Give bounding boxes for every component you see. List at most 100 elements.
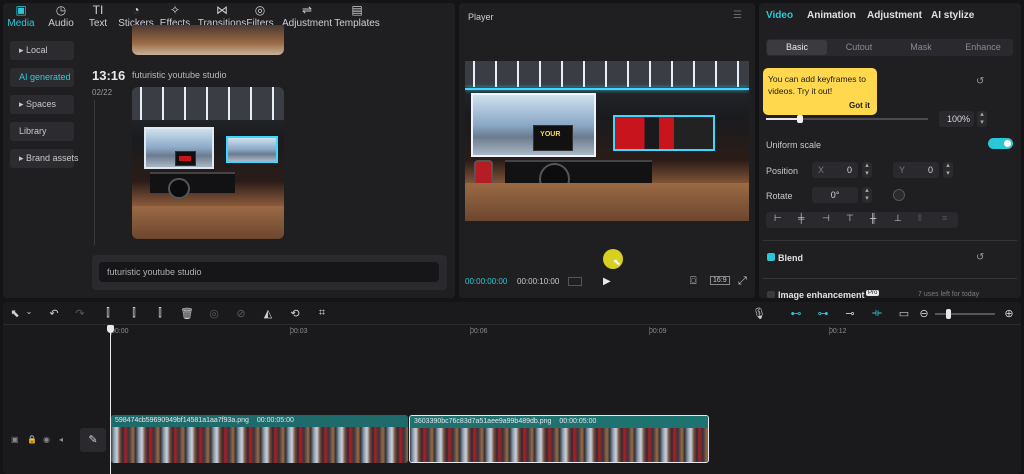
tab-video[interactable]: Video [766,10,793,21]
media-item-date: 02/22 [92,88,113,97]
mirror-icon[interactable]: ◭ [261,307,275,320]
align-icon[interactable]: ╫ [870,213,876,223]
align-icon[interactable]: ⊣ [822,213,830,224]
sidebar-item[interactable]: ▸ Spaces [10,95,74,114]
play-button[interactable]: ▶ [603,276,611,287]
split-icon[interactable]: ⫿ [101,307,115,320]
image-enhancement-checkbox[interactable] [767,291,775,298]
tab-animation[interactable]: Animation [807,10,856,21]
player-duration: 00:00:10:00 [517,277,560,286]
fit-icon[interactable]: ⌼ [690,275,697,288]
position-x-field[interactable]: X 0 [812,162,858,178]
playhead-handle[interactable] [107,325,114,333]
freeze-icon[interactable]: ◎ [207,307,221,320]
toolbar-label: Text [88,18,108,29]
subtab-basic[interactable]: Basic [767,40,827,55]
delete-icon[interactable]: 🗑 [180,307,194,320]
redo-icon[interactable]: ↷ [73,307,87,320]
sidebar-item[interactable]: AI generated [10,68,74,87]
align-icon[interactable]: ⊢ [774,213,782,224]
speed-icon[interactable]: ⊘ [234,307,248,320]
position-x-stepper[interactable]: ▴ ▾ [862,162,872,178]
tooltip-got-it-button[interactable]: Got it [849,101,870,110]
x-label: X [818,165,825,175]
media-thumbnail-previous[interactable] [132,25,284,55]
align-icon[interactable]: ⫴ [918,213,922,224]
scale-slider-handle[interactable] [797,115,803,123]
timeline-clip-1[interactable]: 598474cb59690949bf14581a1aa7f93a.png 00:… [111,415,408,463]
magnet-link-icon[interactable]: ⊶ [816,307,830,320]
ratio-button[interactable]: 16:9 [710,276,730,285]
transitions-icon: ⋈ [216,3,228,17]
split-left-icon[interactable]: ⫿ [127,307,141,320]
select-tool-icon[interactable]: ⬉ [8,307,22,320]
subtab-mask[interactable]: Mask [891,40,951,55]
rotate-icon[interactable]: ⟲ [288,307,302,320]
toolbar-label: Adjustment [281,18,333,29]
align-icon[interactable]: ≡ [942,213,947,223]
reset-scale-icon[interactable]: ↺ [976,76,984,87]
sidebar-item[interactable]: Library [10,122,74,141]
preview-axis-icon[interactable]: ⟛ [870,307,884,320]
toolbar-item-adjustment[interactable]: ⇌ Adjustment [281,3,333,29]
crop-icon[interactable]: ⌗ [315,307,329,320]
split-right-icon[interactable]: ⫿ [153,307,167,320]
subtab-cutout[interactable]: Cutout [829,40,889,55]
media-prompt-input[interactable]: futuristic youtube studio [99,262,439,282]
mouse-pointer-icon: ⬉ [613,257,621,267]
clip-1-thumbnails [111,427,408,463]
timecode-icon[interactable] [568,277,582,286]
sidebar-item[interactable]: ▸ Local [10,41,74,60]
track-eye-icon[interactable]: ◉ [43,435,50,444]
tab-adjustment[interactable]: Adjustment [867,10,922,21]
sidebar-item[interactable]: ▸ Brand assets [10,149,79,168]
rotate-stepper[interactable]: ▴ ▾ [862,187,872,203]
uniform-scale-toggle[interactable] [988,138,1013,149]
subtab-enhance[interactable]: Enhance [953,40,1013,55]
media-divider [94,100,95,245]
position-y-stepper[interactable]: ▴ ▾ [943,162,953,178]
magnet-main-icon[interactable]: ⊷ [789,307,803,320]
blend-reset-icon[interactable]: ↺ [976,252,984,263]
scale-value-field[interactable]: 100% [939,111,974,127]
tab-ai-stylize[interactable]: AI stylize [931,10,974,21]
caption-icon[interactable]: ▭ [897,307,911,320]
tv-logo-text: YOUR [540,131,561,138]
link-icon[interactable]: ⊸ [843,307,857,320]
media-icon: ▣ [15,3,27,17]
playhead[interactable] [110,326,111,474]
fullscreen-icon[interactable]: ⤢ [738,275,747,288]
toolbar-item-audio[interactable]: ◷ Audio [42,3,80,29]
blend-checkbox[interactable] [767,253,775,261]
media-thumbnail-studio[interactable] [132,87,284,239]
rotate-dial[interactable] [893,189,905,201]
align-icon[interactable]: ╪ [798,213,804,223]
scale-slider-fill [766,118,800,120]
ruler-mark [649,327,650,335]
tooltip-text: You can add keyframes to videos. Try it … [768,74,866,96]
toolbar-item-text[interactable]: TI Text [79,3,117,29]
zoom-out-icon[interactable]: ⊖ [917,307,931,320]
ruler-mark [829,327,830,335]
position-y-field[interactable]: Y 0 [893,162,939,178]
microphone-icon[interactable]: 🎙 [752,307,766,320]
effects-icon: ✧ [169,3,181,17]
select-dropdown-icon[interactable]: ⌄ [22,307,36,316]
track-lock-icon[interactable]: 🔒 [27,435,37,444]
track-audio-icon[interactable]: ◂ [59,435,63,444]
edit-cover-button[interactable]: ✎ [80,428,106,452]
toolbar-item-templates[interactable]: ▤ Templates [333,3,381,29]
scale-stepper[interactable]: ▴ ▾ [977,111,987,127]
align-icon[interactable]: ⊤ [846,213,854,224]
zoom-slider[interactable] [935,313,995,315]
zoom-in-icon[interactable]: ⊕ [1002,307,1016,320]
align-icon[interactable]: ⊥ [894,213,902,224]
player-menu-icon[interactable]: ☰ [733,10,742,21]
zoom-slider-handle[interactable] [946,309,951,319]
toggle-knob [1004,140,1011,147]
rotate-field[interactable]: 0° [812,187,858,203]
track-visibility-icon[interactable]: ▣ [11,435,19,444]
timeline-clip-2[interactable]: 3603390bc76c83d7a51aee9a99b489db.png 00:… [409,415,709,463]
toolbar-item-media[interactable]: ▣ Media [2,3,40,29]
undo-icon[interactable]: ↶ [47,307,61,320]
